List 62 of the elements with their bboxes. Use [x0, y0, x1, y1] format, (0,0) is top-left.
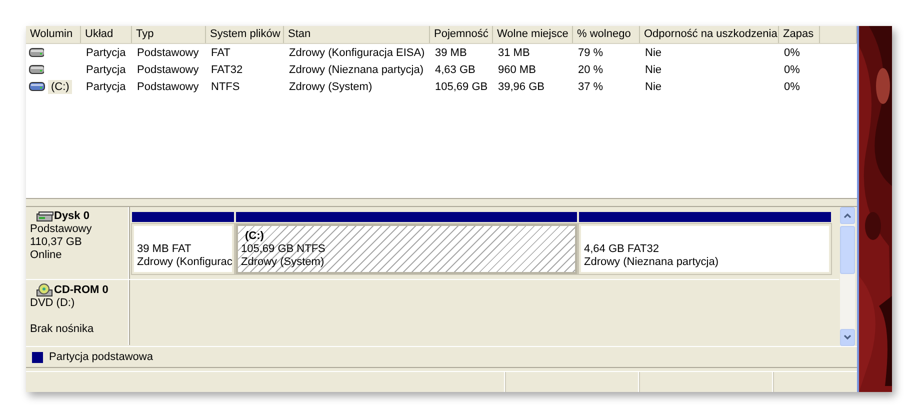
- column-header[interactable]: Odporność na uszkodzenia: [640, 26, 779, 43]
- cd-drive-icon: [36, 283, 54, 297]
- table-cell: Zdrowy (Nieznana partycja): [289, 64, 424, 76]
- table-cell: Podstawowy: [137, 46, 199, 58]
- scroll-up-button[interactable]: [840, 207, 855, 224]
- chevron-down-icon: [844, 335, 851, 340]
- partition-block[interactable]: 39 MB FAT Zdrowy (Konfigurac: [132, 224, 234, 274]
- table-cell: Partycja: [86, 64, 126, 76]
- table-cell: Zdrowy (System): [289, 80, 372, 92]
- table-cell: 0%: [784, 46, 800, 58]
- disk-name: Dysk 0: [54, 210, 90, 223]
- table-cell: 31 MB: [498, 46, 530, 58]
- table-cell: 960 MB: [498, 64, 536, 76]
- chevron-up-icon: [844, 213, 851, 218]
- table-cell: Nie: [645, 46, 662, 58]
- column-header[interactable]: Stan: [284, 26, 430, 43]
- table-cell: 105,69 GB: [435, 80, 488, 92]
- table-cell: Nie: [645, 80, 662, 92]
- table-cell: Partycja: [86, 46, 126, 58]
- column-header[interactable]: System plików: [206, 26, 284, 43]
- scroll-down-button[interactable]: [840, 329, 855, 346]
- column-header[interactable]: Pojemność: [430, 26, 493, 43]
- column-header[interactable]: Wolumin: [26, 26, 81, 43]
- partition-size: 39 MB FAT: [137, 243, 192, 256]
- column-header[interactable]: Zapas: [779, 26, 820, 43]
- disk-size: 110,37 GB: [30, 236, 83, 249]
- table-cell: 37 %: [578, 80, 604, 92]
- disk-type: Podstawowy: [30, 223, 93, 236]
- scroll-thumb[interactable]: [840, 226, 855, 274]
- partition-label: (C:): [245, 230, 265, 243]
- column-header[interactable]: Wolne miejsce: [493, 26, 573, 43]
- partition-size: 4,64 GB FAT32: [584, 243, 660, 256]
- partition-status: Zdrowy (Nieznana partycja): [584, 256, 720, 269]
- disk-status: Brak nośnika: [30, 323, 95, 336]
- table-cell: 79 %: [578, 46, 604, 58]
- table-cell: 39 MB: [435, 46, 467, 58]
- legend-label: Partycja podstawowa: [49, 351, 153, 363]
- column-header[interactable]: Typ: [132, 26, 206, 43]
- table-cell: FAT32: [211, 64, 243, 76]
- table-cell: 39,96 GB: [498, 80, 544, 92]
- table-cell: 0%: [784, 64, 800, 76]
- column-header[interactable]: % wolnego: [573, 26, 640, 43]
- table-cell: 4,63 GB: [435, 64, 476, 76]
- table-cell: Nie: [645, 64, 662, 76]
- disk-name: CD-ROM 0: [54, 284, 108, 296]
- table-cell: NTFS: [211, 80, 240, 92]
- partition-size: 105,69 GB NTFS: [241, 243, 326, 256]
- volume-name[interactable]: (C:): [48, 80, 72, 94]
- column-header[interactable]: Układ: [81, 26, 132, 43]
- disk-status: Online: [30, 249, 63, 262]
- partition-block[interactable]: (C:) 105,69 GB NTFS Zdrowy (System): [236, 224, 577, 274]
- table-cell: 20 %: [578, 64, 604, 76]
- table-cell: Partycja: [86, 80, 126, 92]
- partition-status: Zdrowy (System): [241, 256, 326, 269]
- table-cell: Podstawowy: [137, 80, 199, 92]
- partition-block[interactable]: 4,64 GB FAT32 Zdrowy (Nieznana partycja): [579, 224, 831, 274]
- table-cell: Zdrowy (Konfiguracja EISA): [289, 46, 425, 58]
- scrollbar[interactable]: [840, 207, 855, 346]
- table-cell: Podstawowy: [137, 64, 199, 76]
- disk-type: DVD (D:): [30, 297, 76, 310]
- table-cell: FAT: [211, 46, 230, 58]
- table-cell: 0%: [784, 80, 800, 92]
